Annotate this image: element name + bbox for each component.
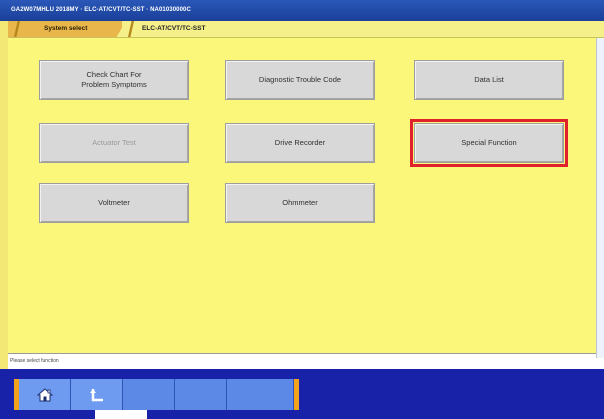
diagnostic-app-window: GA2W07MHLU 2018MY · ELC-AT/CVT/TC-SST · … — [0, 0, 604, 419]
breadcrumb-item-current-system: ELC-AT/CVT/TC-SST — [122, 21, 302, 37]
home-icon — [36, 387, 53, 402]
check-chart-button[interactable]: Check Chart For Problem Symptoms — [39, 60, 189, 100]
function-panel: Check Chart For Problem Symptoms Diagnos… — [8, 38, 596, 353]
window-title: GA2W07MHLU 2018MY · ELC-AT/CVT/TC-SST · … — [0, 0, 604, 21]
bottom-toolbar — [0, 369, 604, 419]
breadcrumb-label: System select — [44, 25, 88, 32]
toolbar-tab-caret — [95, 410, 147, 419]
toolbar-slot-4[interactable] — [175, 379, 227, 410]
voltmeter-button[interactable]: Voltmeter — [39, 183, 189, 223]
breadcrumb: System select ELC-AT/CVT/TC-SST — [8, 21, 604, 38]
left-border — [0, 21, 8, 369]
breadcrumb-label: ELC-AT/CVT/TC-SST — [142, 25, 206, 32]
status-bar: Please select function — [8, 353, 596, 367]
data-list-button[interactable]: Data List — [414, 60, 564, 100]
toolbar-right-cap — [294, 379, 299, 410]
home-button[interactable] — [19, 379, 71, 410]
back-icon — [89, 388, 105, 402]
back-button[interactable] — [71, 379, 123, 410]
breadcrumb-separator — [14, 21, 20, 37]
toolbar-slot-5[interactable] — [227, 379, 294, 410]
breadcrumb-item-system-select[interactable]: System select — [8, 21, 126, 37]
ohmmeter-button[interactable]: Ohmmeter — [225, 183, 375, 223]
drive-recorder-button[interactable]: Drive Recorder — [225, 123, 375, 163]
diagnostic-trouble-code-button[interactable]: Diagnostic Trouble Code — [225, 60, 375, 100]
toolbar-slot-3[interactable] — [123, 379, 175, 410]
actuator-test-button: Actuator Test — [39, 123, 189, 163]
breadcrumb-separator — [128, 21, 134, 37]
right-scroll-strip — [596, 21, 604, 358]
special-function-button[interactable]: Special Function — [410, 119, 568, 167]
